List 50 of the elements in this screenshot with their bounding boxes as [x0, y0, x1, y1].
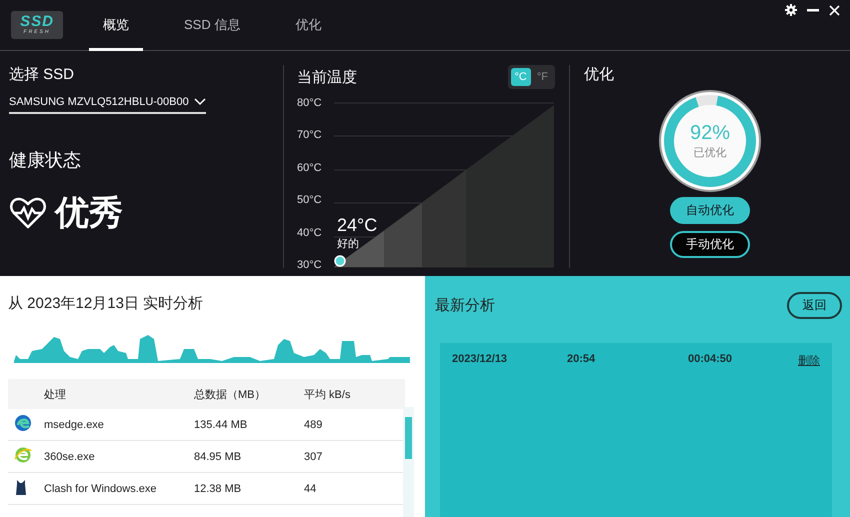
history-date: 2023/12/13 [452, 353, 508, 367]
nav-tab[interactable]: 优化 [281, 0, 336, 50]
logo-title: SSD [20, 14, 54, 28]
table-cell: 12.38 MB [193, 472, 303, 504]
percent-value: 92% [690, 122, 730, 145]
table-cell: 84.95 MB [193, 440, 303, 472]
chevron-icon [194, 98, 206, 106]
latest-title: 最新分析 [435, 296, 495, 315]
temperature-title: 当前温度 [297, 68, 357, 86]
nav-tab[interactable]: SSD 信息 [170, 0, 254, 50]
close-icon[interactable] [829, 4, 840, 16]
axis-label: 70°C [297, 129, 323, 142]
axis-label: 30°C [297, 258, 323, 271]
table-cell: msedge.exe [43, 409, 193, 440]
heartbeat-icon [9, 196, 47, 230]
analysis-title: 从 2023年12月13日 实时分析 [8, 294, 204, 313]
letter-e-icon [14, 446, 32, 464]
axis-label: 50°C [297, 194, 323, 206]
scrollbar-thumb[interactable] [405, 417, 412, 459]
settings-icon[interactable] [785, 4, 797, 16]
optimize-button[interactable]: 自动优化 [670, 197, 750, 224]
unit-option[interactable]: °F [532, 68, 552, 86]
table-cell: 135.44 MB [193, 409, 303, 440]
column-header: 平均 kB/s [303, 379, 405, 409]
percent-caption: 已优化 [694, 146, 726, 160]
temperature-reading: 24°C [337, 215, 378, 236]
health-label: 健康状态 [9, 149, 82, 172]
minimize-icon[interactable] [807, 8, 819, 12]
axis-label: 40°C [297, 226, 323, 239]
nav-tab[interactable]: 概览 [89, 0, 143, 50]
axis-label: 60°C [297, 162, 323, 174]
swirl-icon [14, 414, 32, 432]
cat-icon [14, 479, 28, 495]
table-cell: Clash for Windows.exe [43, 472, 193, 504]
column-header: 处理 [43, 379, 193, 409]
history-time: 20:54 [567, 353, 596, 367]
optimization-title: 优化 [584, 65, 615, 84]
temperature-marker [334, 255, 346, 267]
axis-label: 80°C [297, 97, 323, 109]
drive-label: 选择 SSD [9, 65, 76, 84]
delete-link[interactable]: 删除 [798, 353, 820, 368]
column-header: 总数据（MB） [193, 379, 303, 409]
drive-dropdown[interactable]: SAMSUNG MZVLQ512HBLU-00B00 [9, 96, 206, 114]
history-duration: 00:04:50 [688, 353, 734, 367]
back-button[interactable]: 返回 [787, 292, 842, 319]
table-cell: 360se.exe [43, 440, 193, 472]
health-status: 优秀 [55, 193, 123, 234]
optimize-button[interactable]: 手动优化 [670, 231, 750, 258]
scrollbar[interactable] [403, 407, 414, 517]
temperature-status: 好的 [337, 237, 360, 251]
